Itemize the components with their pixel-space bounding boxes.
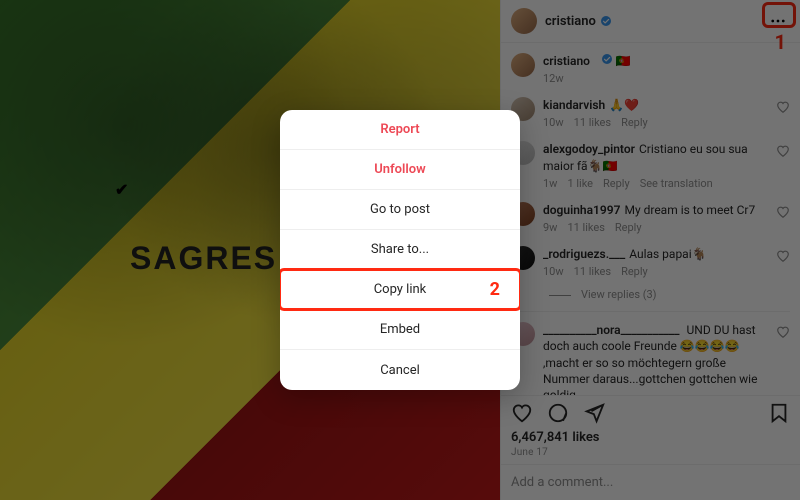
options-menu: Report Unfollow Go to post Share to... C… <box>280 110 520 390</box>
menu-report[interactable]: Report <box>280 110 520 150</box>
annotation-number-2: 2 <box>490 279 500 300</box>
modal-overlay[interactable]: Report Unfollow Go to post Share to... C… <box>0 0 800 500</box>
menu-copy-link-label: Copy link <box>374 282 427 297</box>
menu-unfollow[interactable]: Unfollow <box>280 150 520 190</box>
menu-share-to[interactable]: Share to... <box>280 230 520 270</box>
menu-go-to-post[interactable]: Go to post <box>280 190 520 230</box>
menu-cancel[interactable]: Cancel <box>280 350 520 390</box>
menu-copy-link[interactable]: Copy link 2 <box>280 270 520 310</box>
menu-embed[interactable]: Embed <box>280 310 520 350</box>
post-viewer: ✔ SAGRES cristiano 1 cristiano <box>0 0 800 500</box>
